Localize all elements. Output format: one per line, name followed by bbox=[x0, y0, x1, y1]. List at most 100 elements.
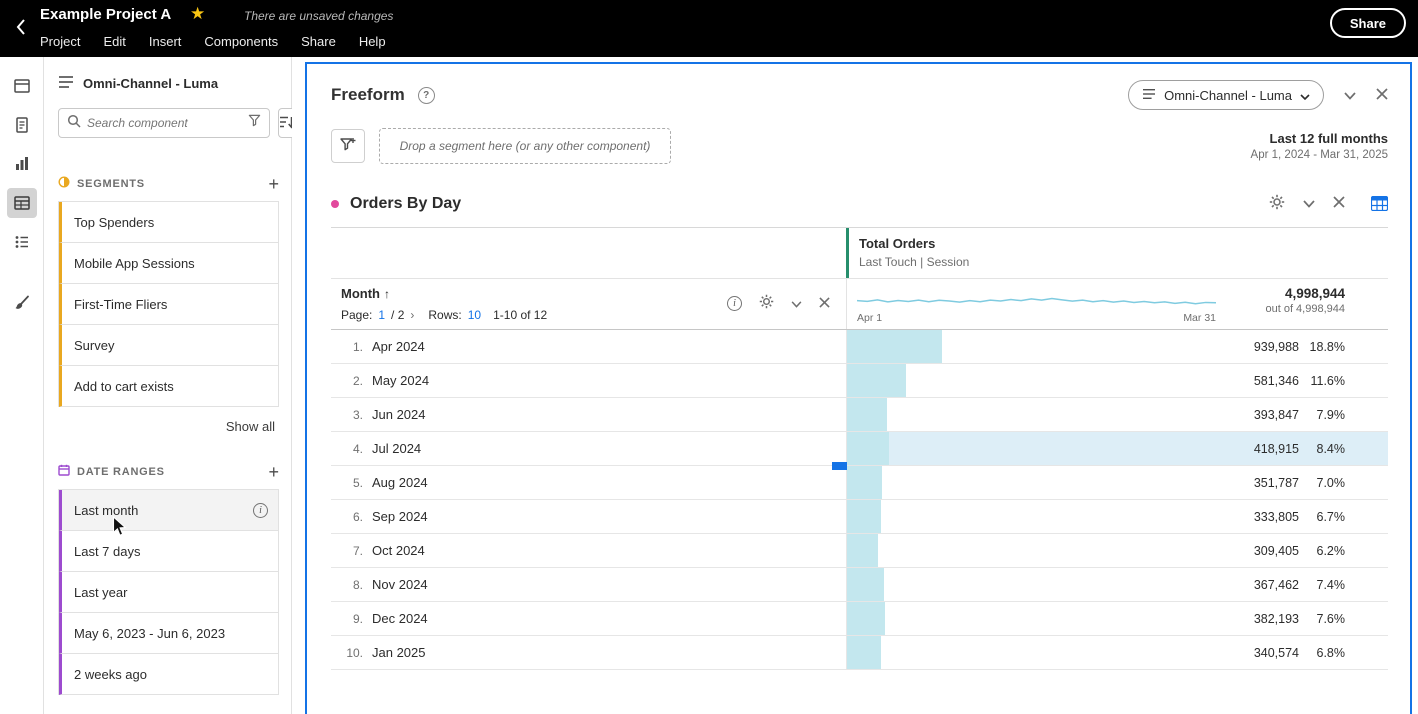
menu-item-help[interactable]: Help bbox=[359, 34, 386, 49]
daterange-item[interactable]: 2 weeks ago bbox=[59, 654, 278, 695]
menu-item-insert[interactable]: Insert bbox=[149, 34, 182, 49]
daterange-item[interactable]: Last month i bbox=[59, 490, 278, 531]
search-input[interactable] bbox=[87, 116, 242, 130]
value-bar bbox=[847, 636, 882, 669]
tables-icon[interactable] bbox=[6, 188, 37, 218]
outline-icon[interactable] bbox=[7, 227, 37, 257]
column-settings-button[interactable] bbox=[759, 294, 774, 312]
favorite-star-icon[interactable]: ★ bbox=[190, 4, 205, 24]
row-numbers: 351,787 7.0% bbox=[1215, 466, 1345, 499]
viz-collapse-button[interactable] bbox=[1303, 196, 1315, 211]
menu-item-project[interactable]: Project bbox=[40, 34, 80, 49]
row-metric-cell: 939,988 18.8% bbox=[846, 330, 1388, 363]
components-icon[interactable] bbox=[7, 110, 37, 140]
left-rail bbox=[0, 57, 44, 714]
row-numbers: 333,805 6.7% bbox=[1215, 500, 1345, 533]
value-bar bbox=[847, 466, 883, 499]
filter-icon[interactable] bbox=[248, 114, 261, 132]
viz-close-button[interactable] bbox=[1333, 196, 1345, 211]
value-bar bbox=[847, 602, 886, 635]
page-current-link[interactable]: 1 bbox=[378, 308, 385, 322]
daterange-label: May 6, 2023 - Jun 6, 2023 bbox=[74, 625, 226, 641]
top-bar: Example Project A ★ There are unsaved ch… bbox=[0, 0, 1418, 57]
segment-filter-button[interactable] bbox=[331, 129, 365, 163]
segment-label: Survey bbox=[74, 337, 115, 353]
help-icon[interactable]: ? bbox=[417, 86, 435, 104]
daterange-item[interactable]: Last 7 days bbox=[59, 531, 278, 572]
add-daterange-button[interactable]: + bbox=[268, 463, 279, 481]
daterange-label: 2 weeks ago bbox=[74, 666, 147, 682]
info-icon[interactable]: i bbox=[727, 295, 742, 311]
row-percent: 7.0% bbox=[1316, 475, 1346, 490]
dataset-chip[interactable]: Omni-Channel - Luma bbox=[1128, 80, 1324, 110]
daterange-item[interactable]: May 6, 2023 - Jun 6, 2023 bbox=[59, 613, 278, 654]
segments-section-header: SEGMENTS + bbox=[58, 175, 279, 193]
table-dimension-header-row: Month ↑ Page: 1 / 2 › Rows: 10 1-10 of 1… bbox=[331, 279, 1388, 330]
table-row[interactable]: 1. Apr 2024 939,988 18.8% bbox=[331, 330, 1388, 364]
dimension-column-header[interactable]: Month ↑ Page: 1 / 2 › Rows: 10 1-10 of 1… bbox=[331, 279, 846, 329]
row-value: 418,915 bbox=[1253, 441, 1299, 456]
table-row[interactable]: 7. Oct 2024 309,405 6.2% bbox=[331, 534, 1388, 568]
sparkline-svg bbox=[857, 288, 1216, 312]
row-dimension-cell: 4. Jul 2024 bbox=[331, 432, 846, 465]
chevron-down-icon bbox=[1303, 196, 1315, 211]
segment-item[interactable]: Top Spenders bbox=[59, 202, 278, 243]
table-row[interactable]: 6. Sep 2024 333,805 6.7% bbox=[331, 500, 1388, 534]
menu-item-components[interactable]: Components bbox=[204, 34, 278, 49]
table-row[interactable]: 5. Aug 2024 351,787 7.0% bbox=[331, 466, 1388, 500]
table-row[interactable]: 4. Jul 2024 418,915 8.4% bbox=[331, 432, 1388, 466]
metric-name: Total Orders bbox=[859, 236, 936, 251]
styling-icon[interactable] bbox=[7, 288, 37, 318]
row-index: 8. bbox=[352, 577, 363, 592]
table-row[interactable]: 2. May 2024 581,346 11.6% bbox=[331, 364, 1388, 398]
panels-icon[interactable] bbox=[7, 71, 37, 101]
viz-settings-button[interactable] bbox=[1269, 194, 1285, 213]
menu-item-edit[interactable]: Edit bbox=[103, 34, 125, 49]
date-range-dates: Apr 1, 2024 - Mar 31, 2025 bbox=[1250, 149, 1388, 161]
info-icon[interactable]: i bbox=[253, 502, 268, 518]
sort-ascending-icon[interactable]: ↑ bbox=[384, 287, 390, 301]
segment-item[interactable]: Add to cart exists bbox=[59, 366, 278, 407]
row-index: 4. bbox=[352, 441, 363, 456]
panel-filter-row: Drop a segment here (or any other compon… bbox=[307, 128, 1410, 164]
segment-icon bbox=[58, 176, 70, 191]
add-segment-button[interactable]: + bbox=[268, 175, 279, 193]
column-close-button[interactable] bbox=[819, 296, 830, 311]
row-numbers: 340,574 6.8% bbox=[1215, 636, 1345, 669]
column-collapse-button[interactable] bbox=[791, 296, 802, 311]
row-numbers: 418,915 8.4% bbox=[1215, 432, 1345, 465]
table-row[interactable]: 3. Jun 2024 393,847 7.9% bbox=[331, 398, 1388, 432]
segment-item[interactable]: Mobile App Sessions bbox=[59, 243, 278, 284]
row-percent: 18.8% bbox=[1309, 339, 1345, 354]
search-box[interactable] bbox=[58, 108, 270, 138]
dataset-row[interactable]: Omni-Channel - Luma bbox=[58, 75, 279, 92]
close-panel-button[interactable] bbox=[1376, 87, 1388, 103]
daterange-item[interactable]: Last year bbox=[59, 572, 278, 613]
data-table-icon[interactable] bbox=[1371, 196, 1388, 211]
collapse-panel-button[interactable] bbox=[1344, 88, 1356, 103]
table-row[interactable]: 8. Nov 2024 367,462 7.4% bbox=[331, 568, 1388, 602]
menu-item-share[interactable]: Share bbox=[301, 34, 336, 49]
panel-date-range[interactable]: Last 12 full months Apr 1, 2024 - Mar 31… bbox=[1251, 131, 1388, 161]
metric-summary-cell: Apr 1 Mar 31 4,998,944 out of 4,998,944 bbox=[846, 279, 1388, 329]
row-value: 382,193 bbox=[1253, 611, 1299, 626]
segment-item[interactable]: Survey bbox=[59, 325, 278, 366]
share-button[interactable]: Share bbox=[1329, 8, 1406, 38]
row-index: 6. bbox=[352, 509, 363, 524]
metric-column-header[interactable]: Total Orders Last Touch | Session bbox=[846, 228, 1388, 278]
back-button[interactable] bbox=[10, 15, 32, 41]
table-row[interactable]: 10. Jan 2025 340,574 6.8% bbox=[331, 636, 1388, 670]
segment-dropzone[interactable]: Drop a segment here (or any other compon… bbox=[379, 128, 671, 164]
row-metric-cell: 367,462 7.4% bbox=[846, 568, 1388, 601]
row-dimension-cell: 9. Dec 2024 bbox=[331, 602, 846, 635]
visualizations-icon[interactable] bbox=[7, 149, 37, 179]
rows-per-page-link[interactable]: 10 bbox=[468, 308, 481, 322]
row-dimension-cell: 10. Jan 2025 bbox=[331, 636, 846, 669]
drop-insertion-marker bbox=[832, 462, 847, 470]
segment-item[interactable]: First-Time Fliers bbox=[59, 284, 278, 325]
show-all-link[interactable]: Show all bbox=[58, 419, 279, 434]
page-next-icon[interactable]: › bbox=[410, 308, 414, 322]
row-metric-cell: 382,193 7.6% bbox=[846, 602, 1388, 635]
row-percent: 7.4% bbox=[1316, 577, 1346, 592]
table-row[interactable]: 9. Dec 2024 382,193 7.6% bbox=[331, 602, 1388, 636]
